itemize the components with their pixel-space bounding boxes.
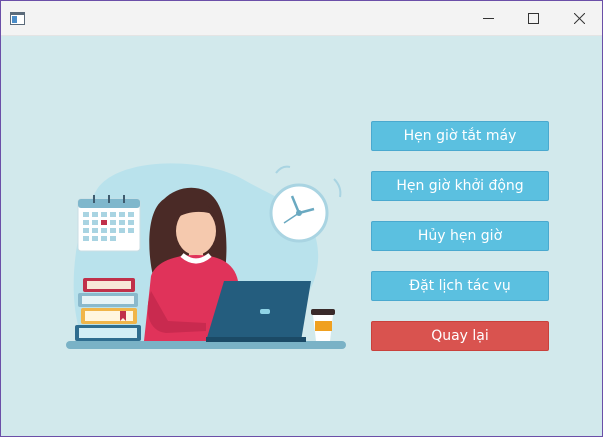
schedule-startup-button[interactable]: Hẹn giờ khởi động bbox=[371, 171, 549, 201]
minimize-icon bbox=[482, 18, 494, 19]
close-button[interactable] bbox=[556, 1, 602, 36]
title-bar bbox=[1, 1, 602, 36]
desk bbox=[66, 341, 346, 349]
app-icon bbox=[10, 12, 25, 25]
coffee-cup bbox=[311, 309, 335, 341]
maximize-button[interactable] bbox=[510, 1, 556, 36]
cancel-schedule-button[interactable]: Hủy hẹn giờ bbox=[371, 221, 549, 251]
woman-at-laptop-illustration bbox=[66, 163, 346, 349]
calendar-icon bbox=[77, 195, 141, 252]
close-icon bbox=[573, 13, 585, 24]
book-stack bbox=[75, 278, 141, 341]
laptop bbox=[206, 281, 311, 342]
clock-icon bbox=[269, 165, 342, 243]
schedule-shutdown-button[interactable]: Hẹn giờ tắt máy bbox=[371, 121, 549, 151]
maximize-icon bbox=[527, 13, 539, 24]
app-window: Hẹn giờ tắt máy Hẹn giờ khởi động Hủy hẹ… bbox=[0, 0, 603, 437]
back-button[interactable]: Quay lại bbox=[371, 321, 549, 351]
schedule-task-button[interactable]: Đặt lịch tác vụ bbox=[371, 271, 549, 301]
minimize-button[interactable] bbox=[465, 1, 511, 36]
